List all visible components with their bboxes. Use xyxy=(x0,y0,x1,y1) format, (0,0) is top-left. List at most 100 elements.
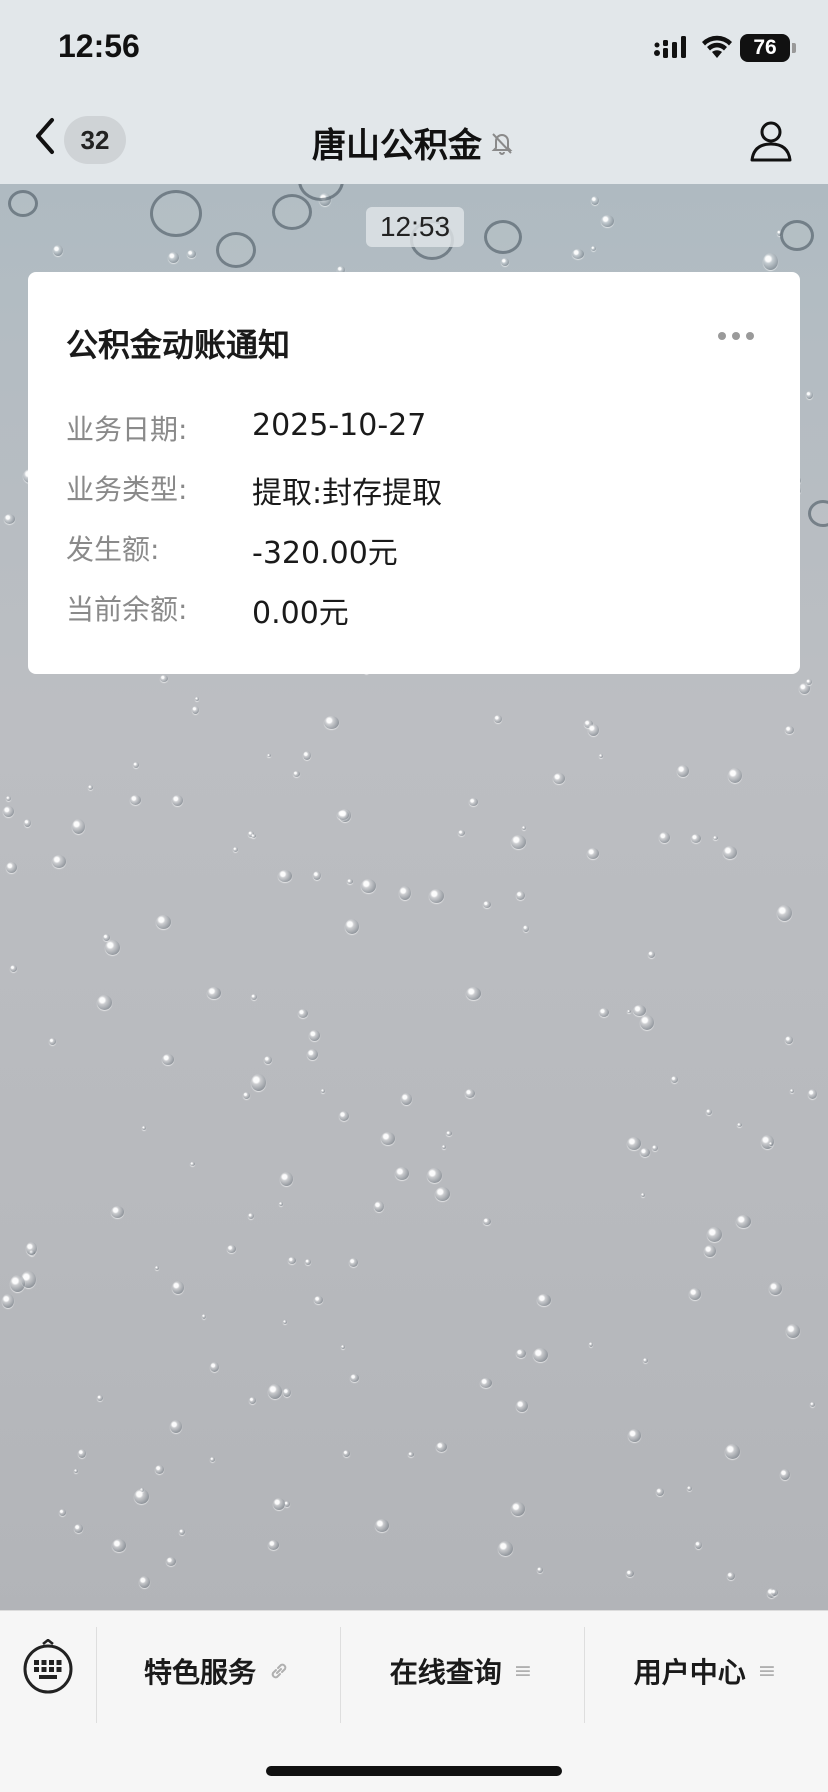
raindrop xyxy=(483,901,491,908)
link-icon xyxy=(271,1663,287,1679)
profile-icon[interactable] xyxy=(748,118,794,164)
raindrop xyxy=(251,834,256,838)
raindrop xyxy=(162,1054,174,1065)
status-bar: 12:56 76 xyxy=(0,0,828,90)
raindrop xyxy=(435,1187,450,1201)
raindrop xyxy=(303,751,311,760)
raindrop xyxy=(466,987,481,1000)
raindrop xyxy=(589,1342,593,1347)
raindrop xyxy=(273,1498,285,1510)
raindrop xyxy=(112,1539,126,1552)
service-menu-bar: 特色服务 在线查询 ≡ 用户中心 ≡ xyxy=(0,1610,828,1792)
raindrop xyxy=(587,848,599,859)
raindrop xyxy=(361,879,376,893)
raindrop xyxy=(314,1296,323,1304)
raindrop xyxy=(601,215,614,227)
raindrop xyxy=(248,1213,254,1219)
raindrop xyxy=(268,1384,282,1399)
raindrop xyxy=(210,1362,219,1372)
raindrop xyxy=(160,675,168,682)
raindrop xyxy=(810,1402,815,1407)
raindrop xyxy=(553,773,565,784)
raindrop xyxy=(591,196,599,205)
raindrop xyxy=(446,1131,452,1136)
large-raindrop xyxy=(150,190,202,237)
raindrop xyxy=(511,1502,525,1516)
battery-cap xyxy=(792,43,796,53)
raindrop xyxy=(267,754,271,757)
raindrop xyxy=(689,1288,701,1300)
raindrop xyxy=(627,1010,631,1013)
large-raindrop xyxy=(484,220,522,254)
raindrop xyxy=(695,1541,702,1549)
detail-value: -320.00元 xyxy=(252,536,398,571)
raindrop xyxy=(806,679,812,685)
more-options-icon[interactable] xyxy=(718,332,754,340)
raindrop xyxy=(704,1245,716,1257)
raindrop xyxy=(105,940,120,955)
menu-item-user-center[interactable]: 用户中心 ≡ xyxy=(584,1641,826,1701)
raindrop xyxy=(429,889,444,903)
raindrop xyxy=(187,250,196,258)
raindrop xyxy=(26,1242,37,1255)
raindrop xyxy=(3,806,14,817)
raindrop xyxy=(706,1109,712,1115)
raindrop xyxy=(142,1126,146,1130)
large-raindrop xyxy=(8,190,38,217)
raindrop xyxy=(74,1524,83,1533)
raindrop xyxy=(130,795,141,805)
raindrop xyxy=(516,1349,526,1358)
raindrop xyxy=(349,1258,358,1267)
large-raindrop xyxy=(780,220,814,251)
raindrop xyxy=(790,1089,794,1093)
raindrop xyxy=(588,724,599,736)
raindrop xyxy=(339,809,351,822)
raindrop xyxy=(243,1092,250,1099)
home-indicator xyxy=(266,1766,562,1776)
raindrop xyxy=(227,1245,236,1253)
menu-item-label: 用户中心 xyxy=(633,1656,746,1689)
raindrop xyxy=(806,391,813,399)
menu-item-special-services[interactable]: 特色服务 xyxy=(96,1641,338,1701)
raindrop xyxy=(78,1449,86,1458)
detail-label: 当前余额: xyxy=(66,593,188,626)
raindrop xyxy=(725,1444,740,1459)
raindrop xyxy=(190,1162,195,1166)
raindrop xyxy=(305,1259,311,1265)
raindrop xyxy=(179,1529,185,1535)
raindrop xyxy=(436,1442,447,1452)
raindrop xyxy=(469,798,478,806)
raindrop xyxy=(808,1089,817,1099)
large-raindrop xyxy=(808,500,828,527)
raindrop xyxy=(442,1145,446,1149)
detail-value: 2025-10-27 xyxy=(252,408,427,443)
status-time: 12:56 xyxy=(58,28,140,64)
chat-background xyxy=(0,0,828,1792)
keyboard-toggle-icon[interactable] xyxy=(22,1639,74,1695)
cellular-signal-icon xyxy=(654,36,686,58)
raindrop xyxy=(59,1509,66,1516)
raindrop xyxy=(533,1348,548,1362)
raindrop xyxy=(4,514,15,524)
raindrop xyxy=(345,919,359,934)
raindrop xyxy=(283,1320,287,1324)
raindrop xyxy=(343,1450,350,1457)
raindrop xyxy=(324,716,339,729)
raindrop xyxy=(785,1036,793,1044)
raindrop xyxy=(643,1358,648,1363)
raindrop xyxy=(640,1015,654,1030)
wifi-icon xyxy=(702,35,732,58)
notification-card[interactable]: 公积金动账通知 业务日期: 2025-10-27 业务类型: 提取:封存提取 发… xyxy=(28,272,800,674)
raindrop xyxy=(736,1215,751,1228)
large-raindrop xyxy=(216,232,256,268)
raindrop xyxy=(139,1576,150,1588)
menu-item-online-query[interactable]: 在线查询 ≡ xyxy=(340,1641,582,1701)
raindrop xyxy=(677,765,689,777)
raindrop xyxy=(687,1486,692,1491)
raindrop xyxy=(307,1049,318,1060)
raindrop xyxy=(771,1589,778,1596)
raindrop xyxy=(192,706,199,714)
raindrop xyxy=(72,819,85,834)
raindrop xyxy=(713,836,718,840)
raindrop xyxy=(10,965,17,972)
